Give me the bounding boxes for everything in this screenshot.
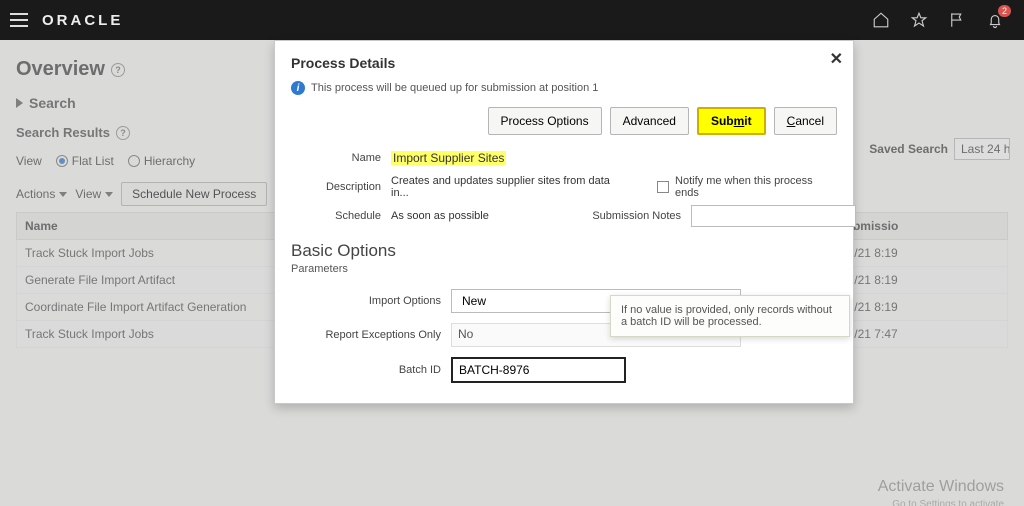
close-icon[interactable]: ✕ (830, 49, 843, 69)
windows-watermark: Activate Windows (878, 478, 1004, 496)
basic-options-heading: Basic Options (291, 241, 837, 261)
header-form: Name Import Supplier Sites Description C… (291, 151, 837, 199)
description-value: Creates and updates supplier sites from … (391, 175, 627, 199)
page-body: Overview ? Search Search Results ? View … (0, 40, 1024, 506)
cancel-button[interactable]: Cancel (774, 107, 837, 135)
flag-icon[interactable] (944, 7, 970, 33)
star-icon[interactable] (906, 7, 932, 33)
info-message: i This process will be queued up for sub… (291, 79, 837, 103)
advanced-button[interactable]: Advanced (610, 107, 689, 135)
notify-checkbox[interactable]: Notify me when this process ends (657, 175, 837, 199)
batch-id-label: Batch ID (291, 364, 441, 376)
report-exceptions-label: Report Exceptions Only (291, 329, 441, 341)
parameters-subheading: Parameters (291, 263, 837, 275)
batch-id-input[interactable] (451, 357, 626, 383)
schedule-label: Schedule (291, 210, 381, 222)
process-name-value: Import Supplier Sites (391, 151, 506, 165)
submit-button[interactable]: Submit (697, 107, 766, 135)
batch-id-tooltip: If no value is provided, only records wi… (610, 295, 850, 337)
info-icon: i (291, 81, 305, 95)
dialog-button-row: Process Options Advanced Submit Cancel (291, 107, 837, 135)
submission-notes-input[interactable] (691, 205, 856, 227)
schedule-row: Schedule As soon as possible Submission … (291, 205, 837, 227)
schedule-value: As soon as possible (391, 210, 561, 222)
process-details-dialog: Process Details ✕ i This process will be… (274, 40, 854, 404)
import-options-label: Import Options (291, 295, 441, 307)
menu-icon[interactable] (10, 13, 28, 27)
home-icon[interactable] (868, 7, 894, 33)
brand-logo: ORACLE (42, 12, 123, 29)
process-options-button[interactable]: Process Options (488, 107, 602, 135)
windows-watermark-sub: Go to Settings to activate (892, 499, 1004, 506)
notify-label: Notify me when this process ends (675, 175, 837, 199)
submission-notes-label: Submission Notes (571, 210, 681, 222)
info-text: This process will be queued up for submi… (311, 82, 598, 94)
checkbox-icon (657, 181, 669, 193)
bell-icon[interactable]: 2 (982, 7, 1008, 33)
global-header: ORACLE 2 (0, 0, 1024, 40)
name-label: Name (291, 152, 381, 164)
description-label: Description (291, 181, 381, 193)
bell-badge: 2 (998, 5, 1011, 17)
dialog-title: Process Details (291, 51, 837, 79)
